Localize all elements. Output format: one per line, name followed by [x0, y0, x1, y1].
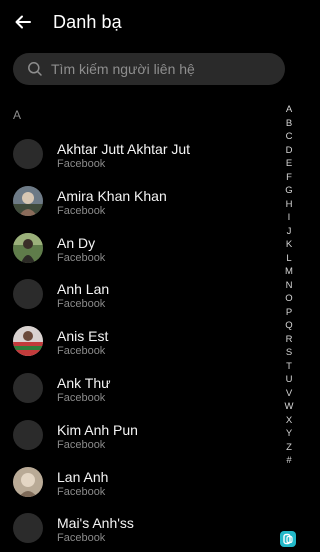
contact-row[interactable]: Anh Lan Facebook — [0, 270, 280, 317]
back-button[interactable] — [10, 9, 36, 35]
alphabet-index-letter[interactable]: J — [287, 225, 292, 239]
contact-row[interactable]: Mai's Anh'ss Facebook — [0, 504, 280, 551]
alphabet-index-letter[interactable]: W — [285, 400, 294, 414]
avatar — [13, 419, 43, 450]
search-bar[interactable] — [13, 53, 285, 85]
contact-row[interactable]: An Dy Facebook — [0, 224, 280, 271]
alphabet-index-letter[interactable]: R — [286, 333, 293, 347]
alphabet-index-letter[interactable]: G — [285, 184, 292, 198]
contact-row[interactable]: Lan Anh Facebook — [0, 458, 280, 505]
contact-name: Amira Khan Khan — [57, 187, 167, 204]
alphabet-index-letter[interactable]: N — [286, 279, 293, 293]
alphabet-index-letter[interactable]: K — [286, 238, 292, 252]
section-letter: A — [13, 108, 22, 122]
alphabet-index-letter[interactable]: E — [286, 157, 292, 171]
avatar — [13, 232, 43, 263]
alphabet-index[interactable]: A B C D E F G H I J K L M N O P Q R S T U V W X Y Z # — [282, 103, 296, 468]
alphabet-index-letter[interactable]: U — [286, 373, 293, 387]
alphabet-index-letter[interactable]: C — [286, 130, 293, 144]
contact-name: Akhtar Jutt Akhtar Jut — [57, 141, 191, 157]
avatar — [13, 279, 43, 310]
contact-name: Ank Thư — [57, 374, 111, 391]
contact-name: Lan Anh — [57, 468, 109, 485]
alphabet-index-letter[interactable]: V — [286, 387, 292, 401]
alphabet-index-letter[interactable]: D — [286, 144, 293, 158]
contact-name: Kim Anh Pun — [57, 421, 138, 438]
contact-source: Facebook — [57, 158, 106, 170]
avatar — [13, 185, 43, 216]
contact-row[interactable]: Ank Thư Facebook — [0, 364, 280, 411]
contact-row[interactable]: Amira Khan Khan Facebook — [0, 177, 280, 224]
search-icon — [27, 61, 43, 77]
alphabet-index-letter[interactable]: Q — [285, 319, 292, 333]
alphabet-index-letter[interactable]: X — [286, 414, 292, 428]
alphabet-index-letter[interactable]: B — [286, 117, 292, 131]
contact-source: Facebook — [57, 438, 106, 451]
alphabet-index-letter[interactable]: L — [286, 252, 291, 266]
alphabet-index-letter[interactable]: T — [286, 360, 292, 374]
alphabet-index-letter[interactable]: I — [288, 211, 291, 225]
contact-source: Facebook — [57, 204, 106, 217]
alphabet-index-letter[interactable]: # — [286, 454, 291, 468]
alphabet-index-letter[interactable]: S — [286, 346, 292, 360]
avatar — [13, 372, 43, 403]
contact-name: Anis Est — [57, 328, 109, 345]
alphabet-index-letter[interactable]: A — [286, 103, 292, 117]
contact-row[interactable]: Akhtar Jutt Akhtar Jut Facebook — [0, 130, 280, 177]
alphabet-index-letter[interactable]: H — [286, 198, 293, 212]
contact-name: Anh Lan — [57, 281, 110, 298]
avatar — [13, 513, 43, 544]
contact-source: Facebook — [57, 485, 106, 498]
app-logo-icon — [280, 531, 296, 547]
alphabet-index-letter[interactable]: Y — [286, 427, 292, 441]
alphabet-index-letter[interactable]: P — [286, 306, 292, 320]
alphabet-index-letter[interactable]: M — [285, 265, 293, 279]
avatar — [13, 139, 43, 169]
contact-source: Facebook — [57, 345, 106, 358]
contact-list: Akhtar Jutt Akhtar Jut Facebook Amira Kh… — [0, 130, 280, 551]
contact-name: Mai's Anh'ss — [57, 515, 134, 532]
search-input[interactable] — [51, 61, 271, 77]
contact-row[interactable]: Kim Anh Pun Facebook — [0, 411, 280, 458]
contact-row[interactable]: Anis Est Facebook — [0, 317, 280, 364]
contact-source: Facebook — [57, 532, 106, 545]
contact-source: Facebook — [57, 298, 106, 311]
alphabet-index-letter[interactable]: Z — [286, 441, 292, 455]
header: Danh bạ — [0, 0, 300, 44]
contact-source: Facebook — [57, 251, 106, 264]
arrow-left-icon — [15, 15, 31, 29]
contact-source: Facebook — [57, 391, 106, 404]
page-title: Danh bạ — [53, 12, 122, 32]
alphabet-index-letter[interactable]: F — [286, 171, 292, 185]
contact-name: An Dy — [57, 234, 96, 251]
avatar — [13, 326, 43, 357]
avatar — [13, 466, 43, 497]
alphabet-index-letter[interactable]: O — [285, 292, 292, 306]
